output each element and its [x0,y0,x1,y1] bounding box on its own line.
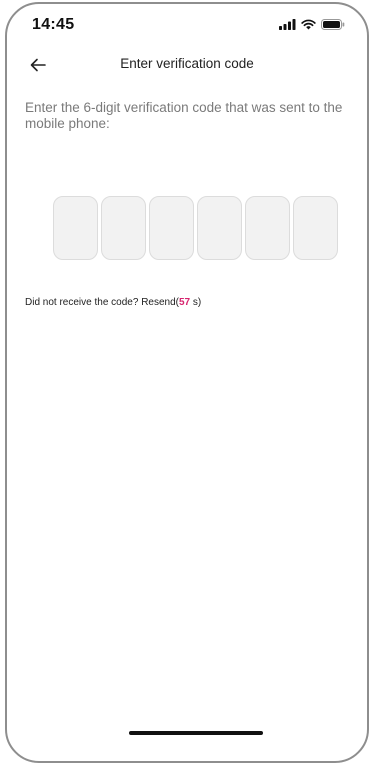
resend-row: Did not receive the code? Resend(57 s) [25,297,201,308]
resend-unit: s) [190,297,202,308]
status-icons [279,19,345,30]
instruction-text: Enter the 6-digit verification code that… [25,100,343,131]
code-digit-box[interactable] [149,196,194,260]
code-digit-box[interactable] [101,196,146,260]
signal-icon [279,19,296,30]
verification-code-input[interactable] [53,196,338,260]
code-digit-box[interactable] [53,196,98,260]
resend-prompt: Did not receive the code? [25,297,139,308]
resend-countdown: 57 [179,297,191,308]
page-title: Enter verification code [120,56,254,71]
home-indicator [129,731,263,735]
nav-bar: Enter verification code [7,48,367,82]
battery-icon [321,19,345,30]
status-time: 14:45 [32,16,75,33]
wifi-icon [301,19,316,30]
resend-link[interactable]: Resend(57 s) [141,297,201,308]
phone-screen: 14:45 Enter verification code Enter the … [5,2,369,763]
code-digit-box[interactable] [245,196,290,260]
resend-label: Resend( [141,297,179,308]
code-digit-box[interactable] [197,196,242,260]
status-bar: 14:45 [7,4,367,48]
code-digit-box[interactable] [293,196,338,260]
